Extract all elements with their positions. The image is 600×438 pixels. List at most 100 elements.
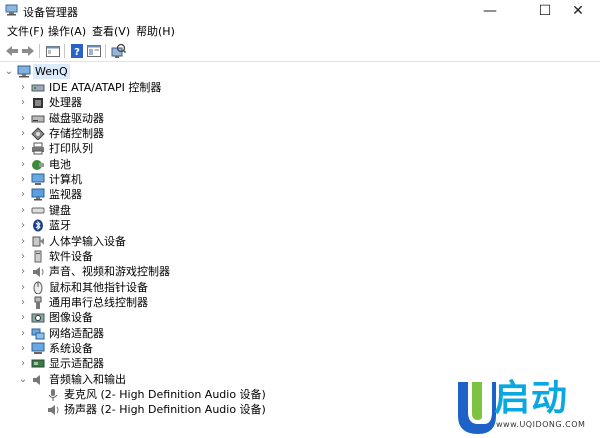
tree-category[interactable]: › 软件设备 — [0, 249, 600, 264]
tree-item-label: 软件设备 — [49, 249, 93, 263]
tree-item-label: 声音、视频和游戏控制器 — [49, 265, 170, 279]
chevron-right-icon[interactable]: › — [18, 310, 28, 325]
tree-category[interactable]: › 处理器 — [0, 95, 600, 110]
chevron-right-icon[interactable]: › — [18, 172, 28, 187]
chevron-right-icon[interactable]: › — [18, 203, 28, 218]
keyboard-icon — [31, 207, 45, 214]
computer-root-icon — [17, 65, 31, 78]
tree-category[interactable]: › 存储控制器 — [0, 126, 600, 141]
chevron-right-icon[interactable]: › — [18, 326, 28, 341]
chevron-right-icon[interactable]: › — [18, 218, 28, 233]
storage-controller-icon — [31, 127, 45, 141]
minimize-button[interactable]: — — [468, 0, 512, 22]
processor-icon — [33, 98, 43, 109]
tree-item-label: 显示适配器 — [49, 357, 104, 371]
chevron-right-icon[interactable]: › — [18, 126, 28, 141]
tree-category[interactable]: › 图像设备 — [0, 310, 600, 325]
chevron-right-icon[interactable]: › — [18, 187, 28, 202]
tree-category[interactable]: › 声音、视频和游戏控制器 — [0, 264, 600, 279]
tree-item-label: 通用串行总线控制器 — [49, 295, 148, 309]
disk-drive-icon — [31, 115, 45, 123]
chevron-right-icon[interactable]: › — [18, 295, 28, 310]
tree-category[interactable]: › 电池 — [0, 157, 600, 172]
help-icon[interactable]: ? — [69, 43, 85, 59]
tree-category[interactable]: › 打印队列 — [0, 141, 600, 156]
tree-category[interactable]: › 磁盘驱动器 — [0, 111, 600, 126]
tree-item-label: 音频输入和输出 — [49, 372, 126, 386]
chevron-right-icon[interactable]: › — [18, 264, 28, 279]
tree-root-label: WenQ — [33, 64, 70, 79]
menu-help[interactable]: 帮助(H) — [136, 24, 175, 40]
menu-bar: 文件(F) 操作(A) 查看(V) 帮助(H) — [0, 24, 600, 40]
chevron-right-icon[interactable]: › — [18, 280, 28, 295]
printer-icon — [32, 142, 44, 155]
network-adapter-icon — [31, 328, 45, 340]
device-manager-icon — [5, 4, 18, 16]
tree-item-label: 存储控制器 — [49, 127, 104, 141]
tree-category[interactable]: › 显示适配器 — [0, 356, 600, 371]
scan-icon[interactable] — [110, 43, 126, 59]
tree-item-label: 磁盘驱动器 — [49, 111, 104, 125]
chevron-right-icon[interactable]: › — [18, 341, 28, 356]
toolbar-separator — [105, 44, 106, 58]
chevron-right-icon[interactable]: › — [18, 234, 28, 249]
tree-root[interactable]: ⌄ WenQ — [0, 64, 600, 79]
tree-item-label: 键盘 — [49, 203, 71, 217]
properties-icon[interactable] — [45, 43, 61, 59]
chevron-down-icon[interactable]: ⌄ — [18, 372, 28, 387]
tree-category[interactable]: › 监视器 — [0, 187, 600, 202]
tree-item-label: 扬声器 (2- High Definition Audio 设备) — [64, 403, 266, 417]
tree-category[interactable]: › 系统设备 — [0, 341, 600, 356]
chevron-down-icon[interactable]: ⌄ — [4, 64, 14, 79]
tree-category[interactable]: › 蓝牙 — [0, 218, 600, 233]
camera-icon — [31, 313, 45, 323]
software-device-icon — [34, 250, 42, 263]
tree-item-label: 打印队列 — [49, 142, 93, 156]
menu-action[interactable]: 操作(A) — [48, 24, 86, 40]
sound-icon — [33, 267, 44, 278]
back-icon[interactable] — [4, 43, 20, 59]
display-adapter-icon — [31, 359, 45, 368]
tree-item-label: IDE ATA/ATAPI 控制器 — [49, 81, 162, 94]
chevron-right-icon[interactable]: › — [18, 141, 28, 156]
tree-category[interactable]: › 人体学输入设备 — [0, 234, 600, 249]
tree-category[interactable]: › IDE ATA/ATAPI 控制器 — [0, 80, 600, 95]
bluetooth-icon — [33, 219, 43, 232]
computer-icon — [31, 173, 45, 186]
forward-icon[interactable] — [20, 43, 36, 59]
tree-item-label: 电池 — [49, 157, 71, 171]
svg-text:?: ? — [74, 47, 80, 58]
chevron-right-icon[interactable]: › — [18, 157, 28, 172]
tree-category[interactable]: › 计算机 — [0, 172, 600, 187]
chevron-right-icon[interactable]: › — [18, 80, 28, 95]
speaker-icon — [48, 405, 59, 416]
chevron-right-icon[interactable]: › — [18, 249, 28, 264]
mouse-icon — [33, 281, 43, 294]
menu-file[interactable]: 文件(F) — [7, 24, 44, 40]
brand-text: 启动 — [494, 378, 569, 419]
tree-category[interactable]: › 通用串行总线控制器 — [0, 295, 600, 310]
tree-item-label: 麦克风 (2- High Definition Audio 设备) — [64, 388, 266, 401]
tree-category[interactable]: › 键盘 — [0, 203, 600, 218]
monitor-icon — [31, 188, 45, 201]
tree-item-label: 系统设备 — [49, 341, 93, 355]
tree-category[interactable]: › 网络适配器 — [0, 326, 600, 341]
chevron-right-icon[interactable]: › — [18, 95, 28, 110]
tree-item-label: 处理器 — [49, 96, 82, 110]
close-button[interactable]: ✕ — [556, 0, 600, 22]
microphone-icon — [48, 389, 58, 401]
view-icon[interactable] — [86, 43, 102, 59]
hid-icon — [32, 236, 44, 246]
usb-icon — [34, 296, 42, 309]
tree-item-label: 网络适配器 — [49, 326, 104, 340]
window-title: 设备管理器 — [23, 6, 78, 19]
system-device-icon — [31, 342, 45, 354]
chevron-right-icon[interactable]: › — [18, 111, 28, 126]
battery-icon — [32, 159, 44, 170]
chevron-right-icon[interactable]: › — [18, 356, 28, 371]
tree-category[interactable]: › 鼠标和其他指针设备 — [0, 280, 600, 295]
toolbar-separator — [64, 44, 65, 58]
toolbar: ? — [0, 41, 600, 62]
tree-item-label: 监视器 — [49, 188, 82, 202]
menu-view[interactable]: 查看(V) — [92, 24, 130, 40]
